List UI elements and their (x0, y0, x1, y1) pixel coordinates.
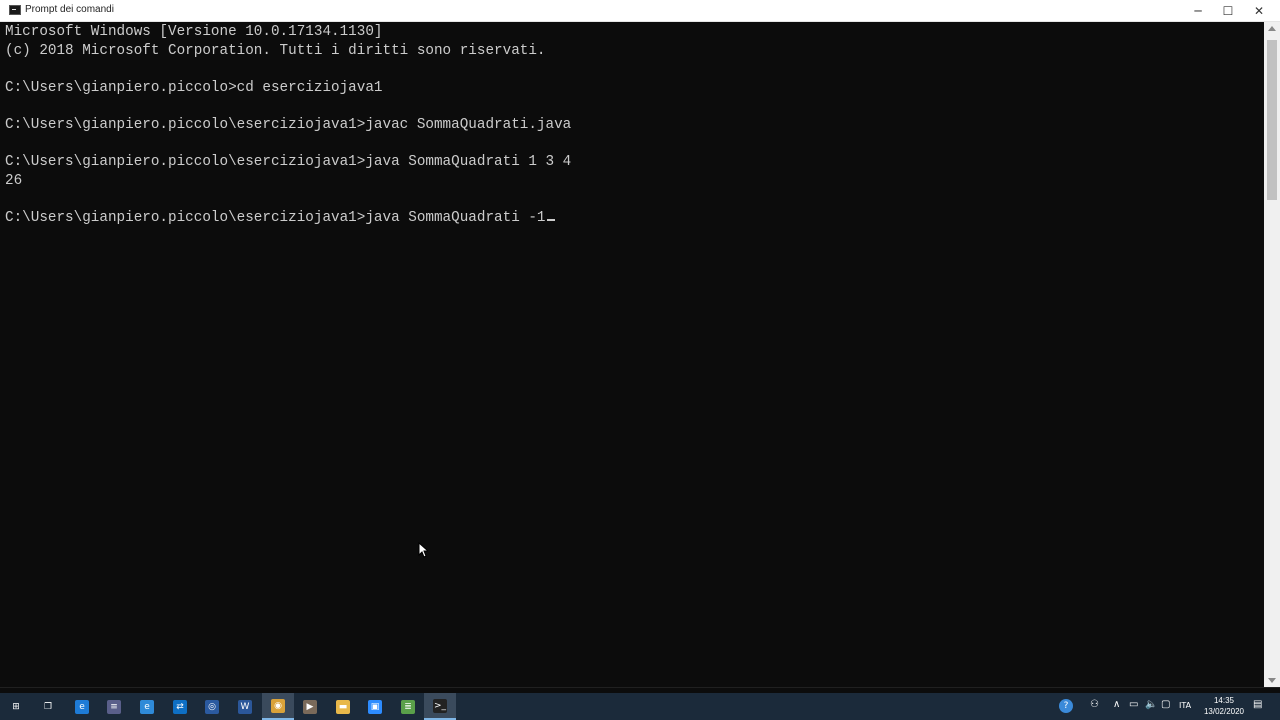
action-center-icon[interactable]: ▤ (1253, 699, 1262, 710)
console-line: C:\Users\gianpiero.piccolo\eserciziojava… (5, 116, 572, 133)
taskbar-button-network-app[interactable]: ◎ (196, 693, 228, 720)
clock-date: 13/02/2020 (1203, 707, 1245, 716)
taskbar-button-chrome[interactable]: ◉ (262, 693, 294, 720)
ie-icon: e (140, 699, 154, 714)
taskbar-button-file-explorer[interactable]: ▬ (327, 693, 359, 720)
notepad-icon: ≣ (401, 699, 415, 714)
start-icon: ⊞ (12, 701, 20, 712)
taskbar-button-start[interactable]: ⊞ (0, 693, 32, 720)
language-indicator[interactable]: ITA (1179, 701, 1191, 710)
taskbar-button-zoom[interactable]: ▣ (359, 693, 391, 720)
battery-icon[interactable]: ▭ (1129, 699, 1138, 710)
zoom-icon: ▣ (368, 699, 382, 714)
people-icon[interactable]: ⚇ (1090, 699, 1099, 710)
console-line: C:\Users\gianpiero.piccolo\eserciziojava… (5, 209, 546, 226)
clock[interactable]: 14:35 13/02/2020 (1196, 695, 1252, 717)
console-line: 26 (5, 172, 23, 189)
console-line: C:\Users\gianpiero.piccolo\eserciziojava… (5, 154, 572, 171)
edge-icon: e (75, 699, 89, 714)
chrome-icon: ◉ (271, 698, 285, 713)
taskbar-button-word[interactable]: W (229, 693, 261, 720)
media-icon: ▶ (303, 699, 317, 714)
maximize-button[interactable]: ☐ (1213, 0, 1243, 21)
help-icon[interactable]: ? (1059, 699, 1073, 713)
app-icon: ≡ (107, 699, 121, 714)
cmd-window-icon[interactable] (9, 5, 21, 15)
text-cursor (546, 218, 555, 221)
taskbar-button-task-view[interactable]: ❐ (32, 693, 64, 720)
taskbar-button-teamviewer[interactable]: ⇄ (164, 693, 196, 720)
taskbar-button-ie[interactable]: e (131, 693, 163, 720)
volume-icon[interactable]: 🔈 (1145, 699, 1157, 710)
network-app-icon: ◎ (205, 699, 219, 714)
scroll-thumb[interactable] (1267, 40, 1277, 200)
window-title: Prompt dei comandi (25, 4, 114, 15)
word-icon: W (238, 699, 252, 714)
taskbar-button-edge[interactable]: e (66, 693, 98, 720)
minimize-button[interactable]: ─ (1183, 0, 1213, 21)
cmd-icon: >_ (433, 698, 447, 713)
taskbar-button-cmd[interactable]: >_ (424, 693, 456, 720)
console-line: Microsoft Windows [Versione 10.0.17134.1… (5, 24, 383, 40)
scroll-down-arrow-icon[interactable] (1268, 678, 1276, 683)
taskbar: ⊞ ❐ e ≡ e ⇄ ◎ W ◉ ▶ ▬ ▣ ≣ >_ ? ⚇ ∧ ▭ 🔈 ▢ ITA 14:35 13… (0, 693, 1280, 720)
clock-time: 14:35 (1213, 696, 1235, 705)
vertical-scrollbar[interactable] (1264, 22, 1280, 687)
taskbar-button-app[interactable]: ≡ (98, 693, 130, 720)
task-view-icon: ❐ (43, 701, 53, 712)
taskbar-button-media[interactable]: ▶ (294, 693, 326, 720)
close-button[interactable]: ✕ (1244, 0, 1274, 21)
file-explorer-icon: ▬ (336, 699, 350, 714)
teamviewer-icon: ⇄ (173, 699, 187, 714)
title-bar[interactable]: Prompt dei comandi ─ ☐ ✕ (0, 0, 1280, 22)
console-area[interactable]: Microsoft Windows [Versione 10.0.17134.1… (0, 22, 1264, 687)
monitor-icon[interactable]: ▢ (1161, 699, 1170, 710)
scroll-up-arrow-icon[interactable] (1268, 26, 1276, 31)
taskbar-button-notepad[interactable]: ≣ (392, 693, 424, 720)
mouse-pointer-icon (418, 542, 428, 558)
console-line: C:\Users\gianpiero.piccolo>cd esercizioj… (5, 79, 383, 96)
console-line: (c) 2018 Microsoft Corporation. Tutti i … (5, 42, 546, 59)
show-hidden-icons-icon[interactable]: ∧ (1113, 699, 1120, 710)
console-output: Microsoft Windows [Versione 10.0.17134.1… (5, 23, 571, 228)
